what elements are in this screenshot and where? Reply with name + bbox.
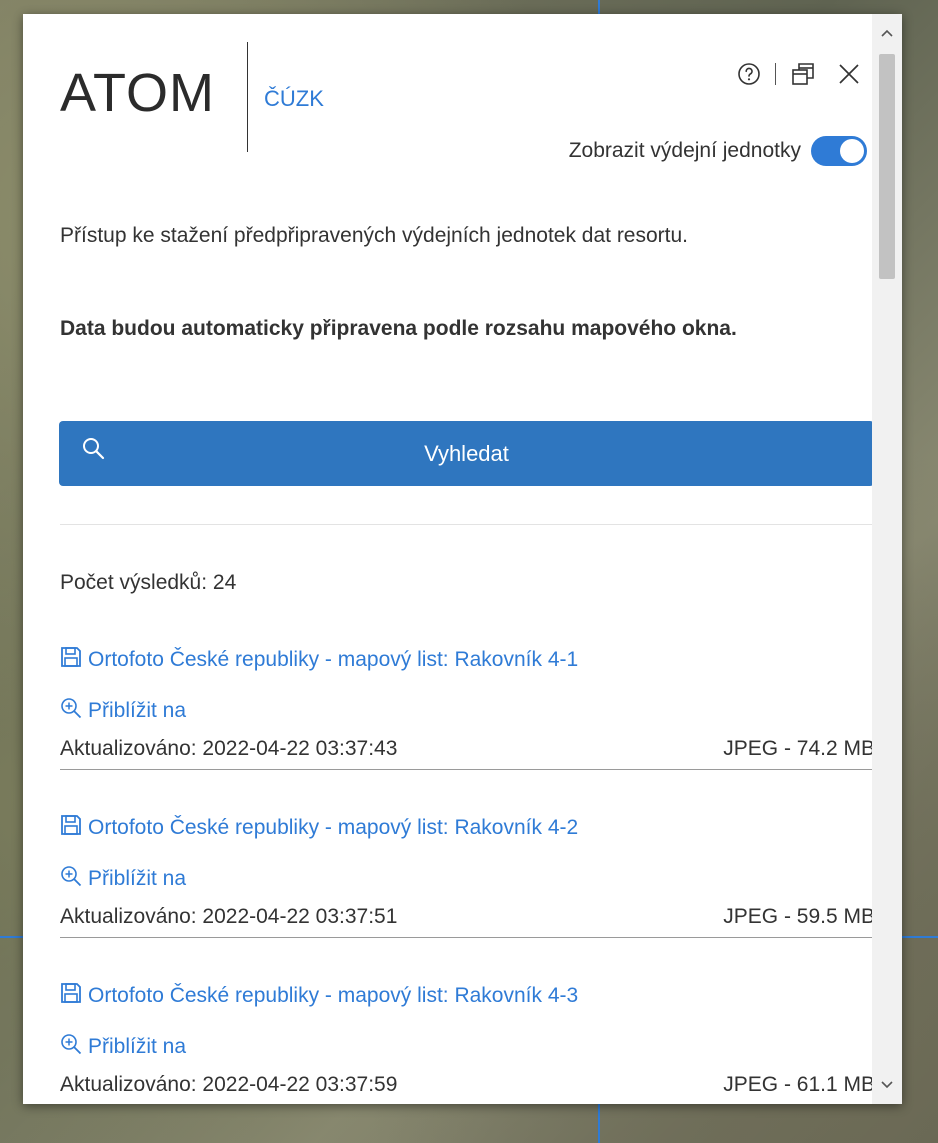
map-grid-line (0, 936, 23, 938)
scrollbar-thumb[interactable] (879, 54, 895, 279)
file-size: JPEG - 61.1 MB (723, 1073, 875, 1096)
zoom-label: Přiblížit na (88, 867, 187, 890)
result-title: Ortofoto České republiky - mapový list: … (88, 648, 579, 671)
download-link[interactable]: Ortofoto České republiky - mapový list: … (60, 982, 578, 1010)
result-item: Ortofoto České republiky - mapový list: … (60, 976, 875, 1104)
floppy-disk-icon (60, 982, 82, 1010)
help-icon[interactable] (737, 62, 761, 86)
floppy-disk-icon (60, 646, 82, 674)
result-separator (60, 937, 875, 938)
vertical-scrollbar[interactable] (872, 14, 902, 1104)
header-actions (737, 58, 860, 90)
zoom-label: Přiblížit na (88, 1035, 187, 1058)
zoom-to-link[interactable]: Přiblížit na (60, 865, 186, 893)
results-list: Ortofoto České republiky - mapový list: … (60, 640, 875, 1104)
close-icon[interactable] (838, 63, 860, 85)
result-item: Ortofoto České republiky - mapový list: … (60, 640, 875, 808)
show-units-toggle-row: Zobrazit výdejní jednotky (569, 136, 867, 166)
logo-divider (247, 42, 248, 152)
cuzk-label: ČÚZK (264, 86, 324, 111)
zoom-in-icon (60, 1033, 82, 1061)
search-button[interactable]: Vyhledat (59, 421, 874, 486)
show-units-toggle[interactable] (811, 136, 867, 166)
result-title: Ortofoto České republiky - mapový list: … (88, 816, 579, 839)
zoom-to-link[interactable]: Přiblížit na (60, 697, 186, 725)
atom-panel: ATOM ČÚZK Zobrazit výdejní jednotky Přís… (23, 14, 902, 1104)
download-link[interactable]: Ortofoto České republiky - mapový list: … (60, 646, 578, 674)
divider (60, 524, 875, 525)
result-title: Ortofoto České republiky - mapový list: … (88, 984, 579, 1007)
panel-content: ATOM ČÚZK Zobrazit výdejní jednotky Přís… (23, 14, 902, 1104)
result-count: Počet výsledků: 24 (60, 571, 237, 594)
file-size: JPEG - 74.2 MB (723, 737, 875, 760)
result-separator (60, 769, 875, 770)
description-text: Přístup ke stažení předpřipravených výde… (60, 224, 689, 247)
map-grid-line (598, 0, 600, 14)
download-link[interactable]: Ortofoto České republiky - mapový list: … (60, 814, 578, 842)
zoom-label: Přiblížit na (88, 699, 187, 722)
zoom-in-icon (60, 865, 82, 893)
restore-window-icon[interactable] (790, 61, 816, 87)
description-bold-text: Data budou automaticky připravena podle … (60, 317, 737, 340)
file-size: JPEG - 59.5 MB (723, 905, 875, 928)
atom-logo: ATOM (60, 63, 216, 123)
scroll-up-icon[interactable] (872, 18, 902, 48)
scroll-down-icon[interactable] (872, 1070, 902, 1100)
map-grid-line (598, 1104, 600, 1143)
zoom-in-icon (60, 697, 82, 725)
updated-text: Aktualizováno: 2022-04-22 03:37:43 (60, 737, 398, 760)
floppy-disk-icon (60, 814, 82, 842)
result-item: Ortofoto České republiky - mapový list: … (60, 808, 875, 976)
zoom-to-link[interactable]: Přiblížit na (60, 1033, 186, 1061)
updated-text: Aktualizováno: 2022-04-22 03:37:51 (60, 905, 398, 928)
updated-text: Aktualizováno: 2022-04-22 03:37:59 (60, 1073, 398, 1096)
map-grid-line (902, 936, 938, 938)
search-button-label: Vyhledat (424, 441, 509, 466)
header-separator (775, 63, 776, 85)
toggle-knob (840, 139, 864, 163)
toggle-label: Zobrazit výdejní jednotky (568, 139, 801, 162)
